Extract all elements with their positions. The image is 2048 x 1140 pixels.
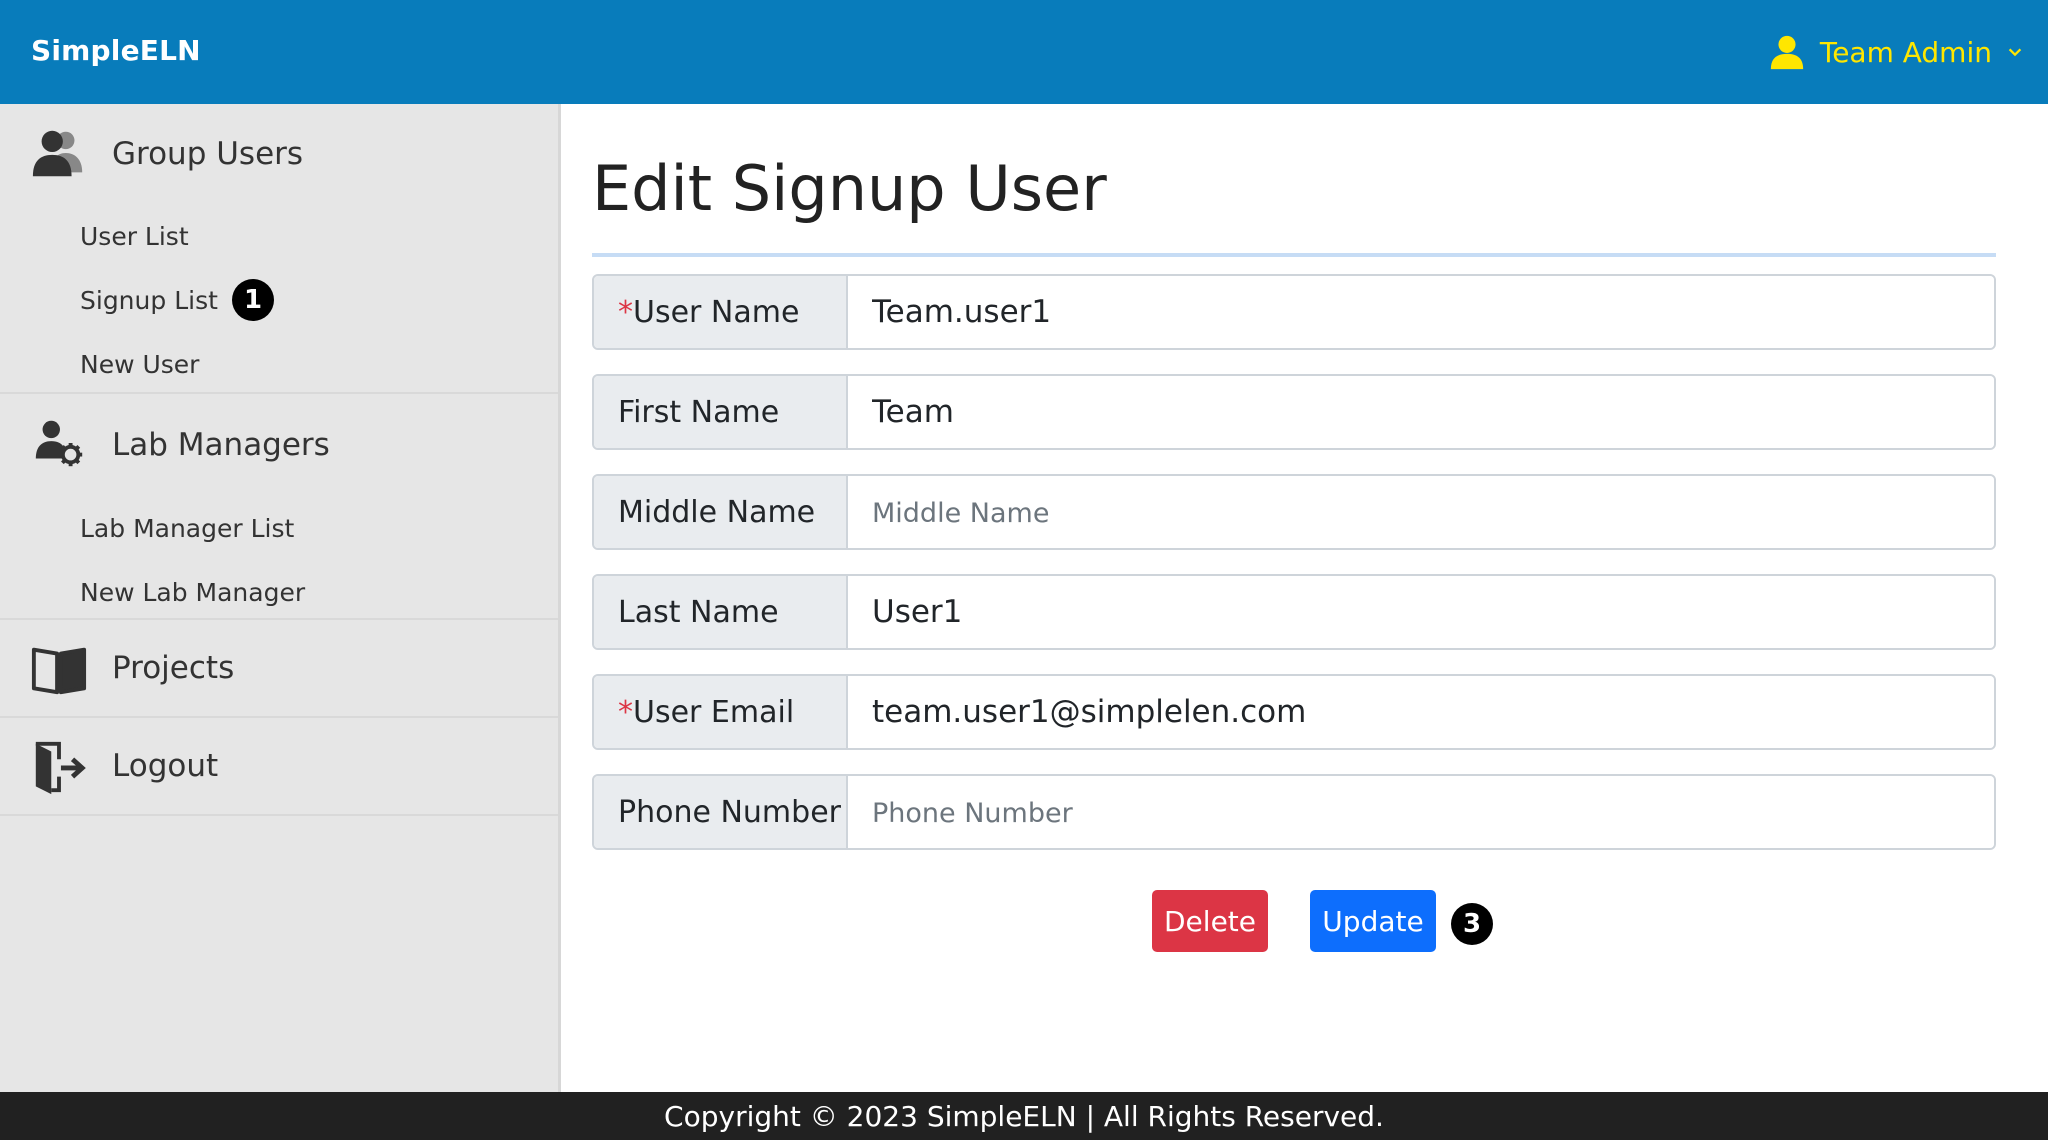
field-user-name: * User Name [592,274,1996,350]
sidebar: Group Users User List Signup List 1 New U… [0,104,561,1092]
field-last-name: Last Name [592,574,1996,650]
footer: Copyright © 2023 SimpleELN | All Rights … [0,1092,2048,1140]
sidebar-item-lab-managers[interactable]: Lab Managers [0,394,558,496]
field-first-name: First Name [592,374,1996,450]
user-icon [1768,33,1806,71]
sidebar-item-logout[interactable]: Logout [0,718,558,814]
field-label: First Name [594,376,848,448]
sidebar-section-projects: Projects [0,620,558,718]
field-middle-name: Middle Name [592,474,1996,550]
sidebar-section-title: Group Users [112,136,304,172]
sidebar-item-lab-manager-list[interactable]: Lab Manager List [0,496,558,560]
copyright-text: Copyright © 2023 SimpleELN | All Rights … [664,1099,1384,1133]
sidebar-section-title: Logout [112,748,219,784]
user-gear-icon [30,414,88,472]
sidebar-item-group-users[interactable]: Group Users [0,104,558,204]
sidebar-item-label: New Lab Manager [80,577,306,607]
step-badge: 1 [232,279,274,321]
field-user-email: * User Email [592,674,1996,750]
user-email-input[interactable] [848,676,1994,748]
field-label: * User Email [594,676,848,748]
field-label-text: First Name [618,394,780,430]
sidebar-section-title: Projects [112,650,235,686]
sidebar-section-group-users: Group Users User List Signup List 1 New U… [0,104,558,394]
chevron-down-icon [2006,43,2024,61]
field-label: Middle Name [594,476,848,548]
user-menu[interactable]: Team Admin [1768,30,2024,74]
sidebar-item-user-list[interactable]: User List [0,204,558,268]
top-navbar: SimpleELN Team Admin [0,0,2048,104]
field-label-text: Last Name [618,594,779,630]
field-label-text: Phone Number [618,794,841,830]
sidebar-item-new-user[interactable]: New User [0,332,558,396]
sidebar-section-lab-managers: Lab Managers Lab Manager List New Lab Ma… [0,394,558,620]
update-button[interactable]: Update [1310,890,1436,952]
field-label-text: Middle Name [618,494,816,530]
brand-logo[interactable]: SimpleELN [31,34,201,67]
logout-icon [30,738,88,796]
field-phone-number: Phone Number [592,774,1996,850]
field-label: Last Name [594,576,848,648]
sidebar-item-signup-list[interactable]: Signup List 1 [0,268,558,332]
sidebar-item-label: User List [80,221,189,251]
sidebar-section-title: Lab Managers [112,427,330,463]
book-icon [30,640,88,698]
first-name-input[interactable] [848,376,1994,448]
middle-name-input[interactable] [848,476,1994,548]
sidebar-item-label: New User [80,349,200,379]
title-divider [592,253,1996,257]
field-label: * User Name [594,276,848,348]
sidebar-item-label: Signup List [80,285,218,315]
page-title: Edit Signup User [592,152,1107,225]
required-marker: * [618,294,633,330]
sidebar-item-label: Lab Manager List [80,513,295,543]
step-badge: 3 [1451,903,1493,945]
required-marker: * [618,694,633,730]
sidebar-item-projects[interactable]: Projects [0,620,558,716]
user-name: Team Admin [1819,35,1992,69]
user-name-input[interactable] [848,276,1994,348]
delete-button[interactable]: Delete [1152,890,1268,952]
sidebar-item-new-lab-manager[interactable]: New Lab Manager [0,560,558,624]
sidebar-section-logout: Logout [0,718,558,816]
last-name-input[interactable] [848,576,1994,648]
field-label-text: User Name [633,294,800,330]
group-users-icon [30,124,88,182]
phone-number-input[interactable] [848,776,1994,848]
field-label-text: User Email [633,694,795,730]
field-label: Phone Number [594,776,848,848]
